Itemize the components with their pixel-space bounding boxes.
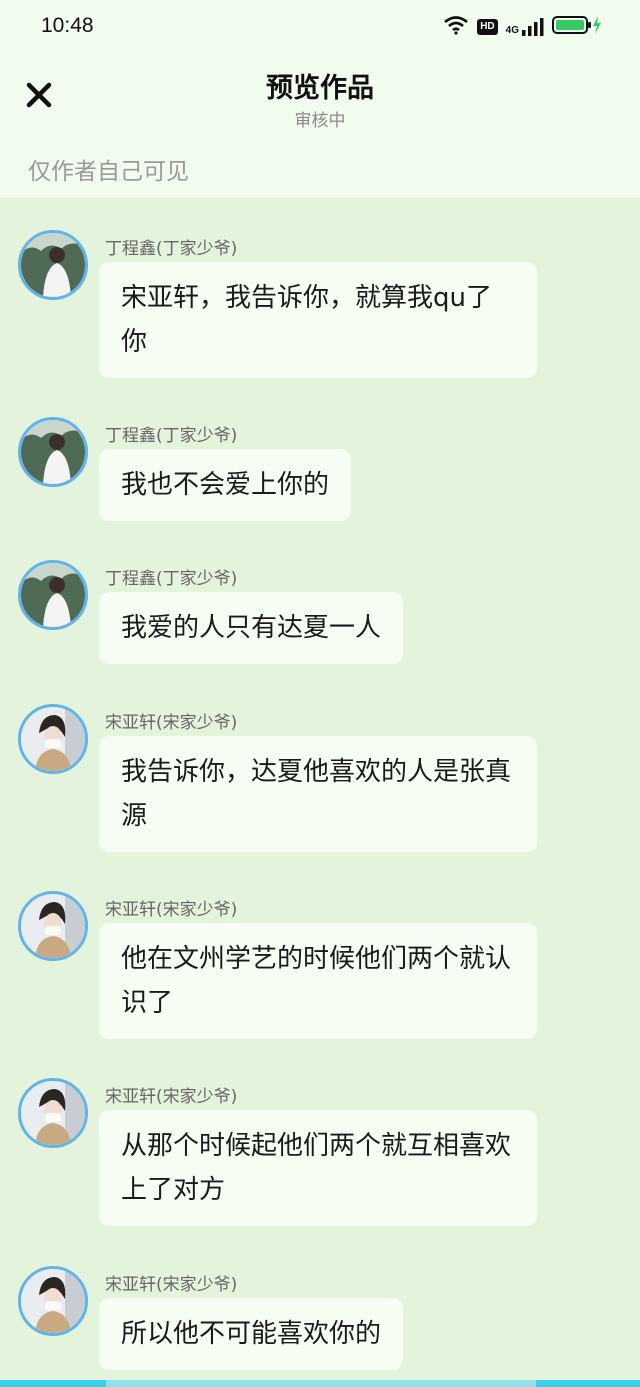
message-text: 我爱的人只有达夏一人	[121, 613, 382, 643]
sender-name: 宋亚轩(宋家少爷)	[105, 713, 238, 733]
message-bubble[interactable]: 所以他不可能喜欢你的	[99, 1298, 404, 1370]
message-bubble[interactable]: 他在文州学艺的时候他们两个就认识了	[99, 923, 537, 1039]
message-text: 他在文州学艺的时候他们两个就认识了	[121, 944, 512, 1018]
sender-name: 宋亚轩(宋家少爷)	[105, 1275, 238, 1295]
bottom-progress-bar	[0, 1380, 640, 1387]
message-text: 从那个时候起他们两个就互相喜欢上了对方	[121, 1131, 512, 1205]
sender-name: 丁程鑫(丁家少爷)	[105, 426, 238, 446]
visibility-note: 仅作者自己可见	[28, 159, 189, 185]
sender-name: 宋亚轩(宋家少爷)	[105, 900, 238, 920]
bottom-bar-segment	[106, 1380, 536, 1387]
sender-name: 丁程鑫(丁家少爷)	[105, 239, 238, 259]
top-bar: 10:48 HD 4G 预览作品 审核中 仅作者自己可见	[0, 0, 640, 198]
cellular-signal-icon: 4G	[506, 18, 544, 36]
network-type-label: 4G	[505, 25, 519, 36]
message-text: 我也不会爱上你的	[121, 470, 330, 500]
avatar[interactable]	[18, 230, 88, 300]
message-bubble[interactable]: 我也不会爱上你的	[99, 449, 352, 521]
avatar[interactable]	[18, 1078, 88, 1148]
status-icons: HD 4G	[443, 15, 602, 39]
message-bubble[interactable]: 我告诉你，达夏他喜欢的人是张真源	[99, 736, 537, 852]
sender-name: 丁程鑫(丁家少爷)	[105, 569, 238, 589]
message-bubble[interactable]: 我爱的人只有达夏一人	[99, 592, 404, 664]
review-status: 审核中	[294, 111, 346, 131]
wifi-icon	[443, 15, 469, 39]
battery-icon	[552, 15, 602, 39]
avatar[interactable]	[18, 704, 88, 774]
hd-badge: HD	[477, 19, 498, 35]
avatar[interactable]	[18, 560, 88, 630]
avatar[interactable]	[18, 1266, 88, 1336]
message-text: 宋亚轩，我告诉你，就算我qu了你	[121, 283, 492, 357]
message-bubble[interactable]: 宋亚轩，我告诉你，就算我qu了你	[99, 262, 537, 378]
sender-name: 宋亚轩(宋家少爷)	[105, 1087, 238, 1107]
chat-list[interactable]: 丁程鑫(丁家少爷) 宋亚轩，我告诉你，就算我qu了你 丁程鑫(丁家少爷) 我也不…	[0, 198, 640, 1378]
avatar[interactable]	[18, 417, 88, 487]
status-time: 10:48	[41, 14, 94, 37]
message-text: 我告诉你，达夏他喜欢的人是张真源	[121, 757, 512, 831]
message-text: 所以他不可能喜欢你的	[121, 1319, 382, 1349]
page-title: 预览作品	[266, 73, 374, 104]
message-bubble[interactable]: 从那个时候起他们两个就互相喜欢上了对方	[99, 1110, 537, 1226]
avatar[interactable]	[18, 891, 88, 961]
